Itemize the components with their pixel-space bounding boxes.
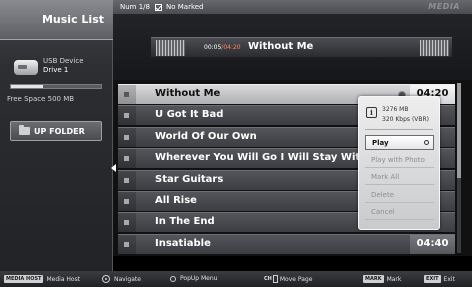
selected-dot-icon [424,140,429,145]
marked-label: No Marked [166,3,204,11]
menu-item[interactable]: Play [365,135,434,150]
bullet-icon [124,177,129,183]
bullet-icon [124,92,129,97]
menu-item-label: Cancel [371,208,395,217]
left-arrow-icon[interactable] [111,164,116,172]
bullet-icon [124,134,129,140]
track-title: Insatiable [155,237,211,249]
list-item[interactable]: Insatiable 04:40 [118,233,455,254]
bullet-icon [124,241,129,247]
track-title: In The End [155,216,215,228]
menu-item-label: Delete [371,190,394,199]
track-duration: 04:40 [410,234,455,254]
track-title: World Of Our Own [155,130,257,142]
header-bar: Num 1/8 No Marked MEDIA [113,0,472,14]
elapsed-time: 00:05 [204,44,222,51]
navigate-hint: Navigate [102,275,141,283]
mark-key: MARK [363,275,384,283]
track-title: Without Me [155,88,221,99]
now-playing-title: Without Me [248,41,314,52]
ok-icon [170,275,176,282]
playback-time: 00:05/04:20 [204,44,241,51]
menu-item[interactable]: Mark All [365,170,434,186]
scroll-thumb[interactable] [457,83,461,179]
move-page-hint: CH Move Page [264,275,312,283]
navigate-label: Navigate [114,275,141,283]
free-space-label: Free Space 500 MB [7,95,75,103]
menu-item-label: Play [372,139,389,147]
menu-item[interactable]: Delete [365,188,434,203]
exit-key: EXIT [424,275,441,283]
move-page-label: Move Page [279,275,313,283]
track-counter: Num 1/8 [120,3,150,11]
popup-menu: i 3276 MB 320 Kbps (VBR) Play Play with P… [358,96,440,230]
media-host-hint[interactable]: MEDIA HOST Media Host [4,275,80,283]
storage-bar-fill [11,85,43,88]
mark-label: Mark [386,275,402,283]
media-host-label: Media Host [46,275,81,283]
footer-bar: MEDIA HOST Media Host Navigate PopUp Men… [0,271,472,287]
divider [365,129,433,130]
bullet-icon [124,113,129,119]
marked-status: No Marked [155,3,204,11]
device-label: USB Device [43,57,84,65]
menu-item[interactable]: Cancel [365,205,434,221]
media-host-key: MEDIA HOST [4,275,44,283]
track-title: Star Guitars [155,173,224,185]
ch-key: CH [264,276,272,282]
exit-hint[interactable]: EXIT Exit [424,275,455,283]
popup-menu-label: PopUp Menu [180,275,218,282]
sidebar-title: Music List [0,0,113,40]
track-title: U Got It Bad [155,109,224,121]
bitrate: 320 Kbps (VBR) [382,116,430,123]
menu-item[interactable]: Play with Photo [365,153,434,168]
page-icon [272,275,278,283]
checkbox-icon [155,3,162,11]
folder-icon [19,125,30,135]
equalizer-icon [156,40,185,56]
popup-menu-hint: PopUp Menu [170,275,217,282]
now-playing-area: 00:05/04:20 Without Me [113,14,472,80]
total-time: /04:20 [221,44,241,51]
menu-item-label: Play with Photo [371,155,425,164]
now-playing-bar: 00:05/04:20 Without Me [151,37,452,57]
up-folder-label: UP FOLDER [34,126,85,136]
brand-logo: MEDIA [428,2,460,11]
menu-item-label: Mark All [371,173,400,182]
bullet-icon [124,156,129,162]
mark-hint[interactable]: MARK Mark [363,275,401,283]
usb-drive-icon [14,60,38,75]
track-title: Wherever You Will Go I Will Stay With [155,152,368,164]
device-name: Drive 1 [43,66,69,74]
storage-bar [10,84,102,89]
track-title: All Rise [155,195,197,206]
info-icon: i [366,107,377,118]
exit-label: Exit [443,275,455,283]
scrollbar[interactable] [457,83,461,253]
navigate-icon [102,275,110,283]
bullet-icon [124,220,129,226]
file-size: 3276 MB [382,106,409,113]
up-folder-button[interactable]: UP FOLDER [10,121,102,141]
sidebar: Music List USB Device Drive 1 Free Space… [0,0,113,271]
equalizer-icon [420,40,449,56]
bullet-icon [124,199,129,204]
